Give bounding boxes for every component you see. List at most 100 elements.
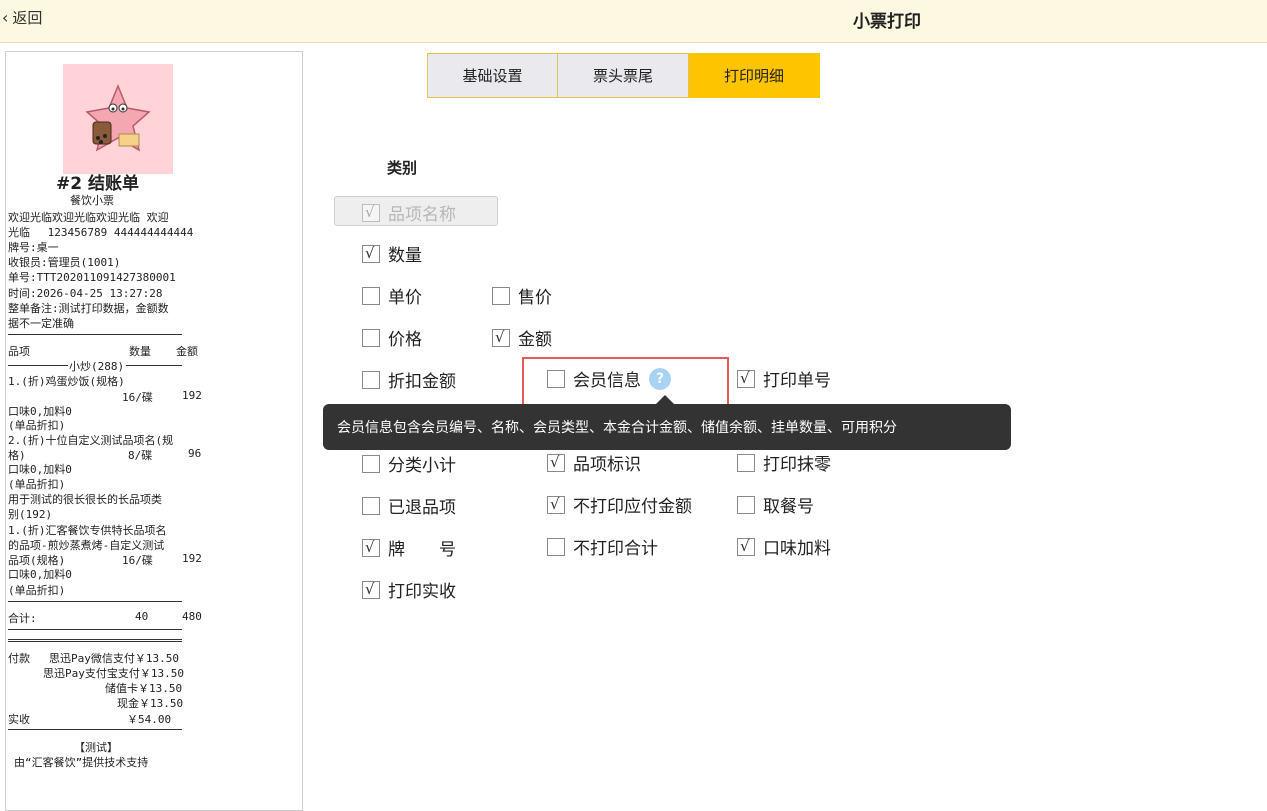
receipt-item-qty: 16/碟 — [122, 554, 153, 567]
receipt-pay-line: 储值卡￥13.50 — [105, 682, 183, 695]
check-icon: √ — [740, 536, 750, 555]
option-no-total[interactable]: 不打印合计 — [547, 534, 658, 559]
receipt-total-amount: 480 — [182, 610, 202, 623]
receipt-divider — [8, 365, 68, 366]
option-returned-items[interactable]: 已退品项 — [362, 493, 456, 518]
option-pickup-no[interactable]: 取餐号 — [737, 492, 814, 517]
receipt-item-qty: 16/碟 — [122, 391, 153, 404]
chevron-left-icon: ‹ — [2, 8, 9, 27]
back-button[interactable]: ‹ 返回 — [2, 7, 42, 28]
receipt-divider — [126, 365, 182, 366]
receipt-col-amount: 金额 — [176, 345, 198, 358]
receipt-preview: #2 结账单 餐饮小票 欢迎光临欢迎光临欢迎光临 欢迎 光临 123456789… — [5, 51, 303, 811]
receipt-cashier: 收银员:管理员(1001) — [8, 256, 121, 269]
back-label: 返回 — [12, 9, 43, 27]
check-icon: √ — [495, 327, 505, 346]
receipt-pay-line: 思迅Pay微信支付￥13.50 — [49, 652, 179, 665]
checkbox[interactable]: √ — [492, 327, 510, 347]
receipt-welcome: 欢迎光临欢迎光临欢迎光临 欢迎 — [8, 211, 169, 224]
receipt-divider — [8, 601, 182, 602]
checkbox[interactable]: √ — [547, 495, 565, 514]
page-title: 小票打印 — [853, 12, 921, 32]
receipt-item-amount: 192 — [182, 389, 202, 402]
checkbox[interactable]: √ — [547, 452, 565, 472]
option-amount[interactable]: √ 金额 — [492, 325, 552, 350]
check-icon: √ — [740, 368, 750, 387]
option-print-received[interactable]: √ 打印实收 — [362, 577, 456, 602]
top-bar: ‹ 返回 小票打印 — [0, 0, 1267, 43]
receipt-total-label: 合计: — [8, 612, 37, 625]
checkbox[interactable] — [737, 495, 755, 514]
checkbox[interactable]: √ — [737, 536, 755, 556]
tab-print-details[interactable]: 打印明细 — [689, 53, 820, 98]
checkbox[interactable] — [547, 537, 565, 556]
checkbox[interactable]: √ — [362, 243, 380, 263]
receipt-item-name: 2.(折)十位自定义测试品项名(规 — [8, 434, 174, 447]
option-discount-amount[interactable]: 折扣金额 — [362, 367, 456, 392]
checkbox: √ — [362, 202, 380, 222]
option-category-subtotal[interactable]: 分类小计 — [362, 451, 456, 476]
receipt-item-discount: (单品折扣) — [8, 584, 66, 597]
check-icon: √ — [550, 452, 560, 471]
receipt-group-title: 小炒(288) — [69, 360, 125, 373]
option-unit-price[interactable]: 单价 — [362, 283, 422, 308]
checkbox[interactable]: √ — [362, 579, 380, 599]
checkbox[interactable] — [547, 369, 565, 388]
tab-header-footer[interactable]: 票头票尾 — [558, 53, 689, 98]
check-icon: √ — [365, 579, 375, 598]
receipt-item-qty: 8/碟 — [128, 449, 153, 462]
receipt-received-label: 实收 — [8, 713, 30, 726]
tab-basic-settings[interactable]: 基础设置 — [427, 53, 558, 98]
receipt-pay-line: 现金￥13.50 — [117, 697, 184, 710]
receipt-time: 时间:2026-04-25 13:27:28 — [8, 287, 163, 300]
receipt-item-discount: (单品折扣) — [8, 478, 66, 491]
option-print-order-no[interactable]: √ 打印单号 — [737, 366, 831, 391]
check-icon: √ — [365, 243, 375, 262]
settings-tabs: 基础设置 票头票尾 打印明细 — [427, 53, 820, 98]
receipt-total-qty: 40 — [135, 610, 149, 623]
receipt-col-item: 品项 — [8, 345, 30, 358]
receipt-footer: 由“汇客餐饮”提供技术支持 — [14, 756, 149, 769]
option-price[interactable]: 价格 — [362, 325, 422, 350]
receipt-received-amount: ￥54.00 — [127, 713, 172, 726]
receipt-item-amount: 96 — [188, 447, 202, 460]
option-table-no[interactable]: √ 牌 号 — [362, 535, 456, 560]
option-sale-price[interactable]: 售价 — [492, 283, 552, 308]
option-item-mark[interactable]: √ 品项标识 — [547, 450, 641, 475]
checkbox[interactable] — [362, 496, 380, 515]
category-label: 类别 — [387, 159, 418, 177]
option-flavor-addon[interactable]: √ 口味加料 — [737, 534, 831, 559]
receipt-item-name: 1.(折)鸡蛋炒饭(规格) — [8, 375, 125, 388]
check-icon: √ — [365, 202, 375, 221]
receipt-order-no: 单号:TTT202011091427380001 — [8, 271, 176, 284]
receipt-welcome: 光临 123456789 444444444444 — [8, 226, 194, 239]
checkbox[interactable] — [362, 286, 380, 305]
option-member-info[interactable]: 会员信息 ? — [547, 366, 671, 391]
option-no-payable-amount[interactable]: √ 不打印应付金额 — [547, 492, 692, 517]
option-quantity[interactable]: √ 数量 — [362, 241, 422, 266]
receipt-group-title: 用于测试的很长很长的长品项类 — [8, 493, 162, 506]
receipt-footer: 【测试】 — [74, 741, 118, 754]
checkbox[interactable] — [362, 454, 380, 473]
receipt-col-qty: 数量 — [129, 345, 151, 358]
tooltip-arrow — [656, 395, 674, 404]
receipt-item-name: 1.(折)汇客餐饮专供特长品项名 — [8, 524, 167, 537]
checkbox[interactable] — [362, 370, 380, 389]
receipt-divider — [8, 729, 182, 730]
receipt-pay-label: 付款 — [8, 652, 30, 665]
receipt-subtitle: 餐饮小票 — [70, 194, 114, 207]
checkbox[interactable]: √ — [737, 368, 755, 388]
receipt-title: #2 结账单 — [56, 174, 139, 194]
checkbox[interactable] — [362, 328, 380, 347]
option-print-rounding[interactable]: 打印抹零 — [737, 450, 831, 475]
checkbox[interactable] — [492, 286, 510, 305]
receipt-group-title: 别(192) — [8, 508, 53, 521]
receipt-item-discount: (单品折扣) — [8, 419, 66, 432]
checkbox[interactable]: √ — [362, 538, 380, 557]
patrick-star-icon — [85, 84, 151, 152]
help-icon[interactable]: ? — [649, 367, 671, 390]
receipt-divider — [8, 639, 182, 642]
option-item-name: √ 品项名称 — [362, 200, 456, 225]
checkbox[interactable] — [737, 453, 755, 472]
receipt-divider — [8, 334, 182, 335]
